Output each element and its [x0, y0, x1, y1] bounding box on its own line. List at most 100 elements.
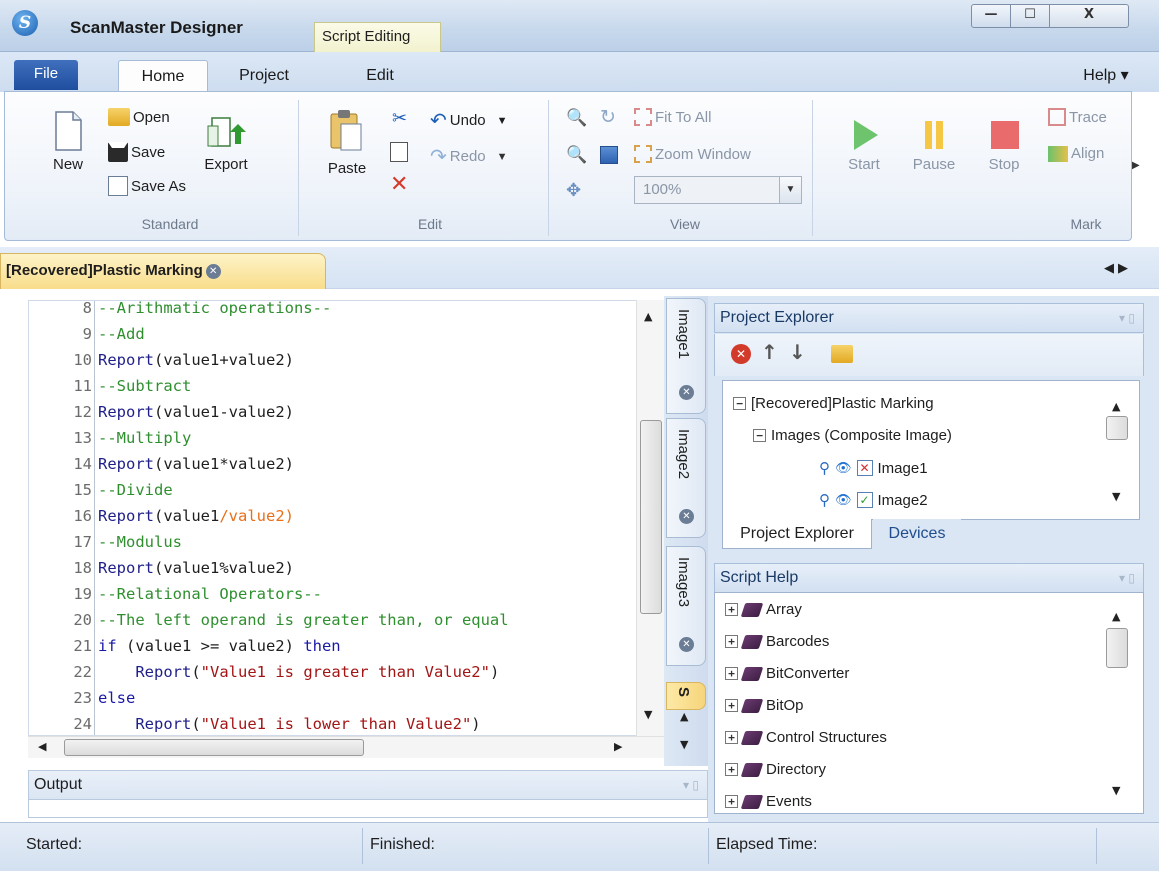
- pan-move-icon[interactable]: ✥: [566, 180, 581, 201]
- collapse-icon[interactable]: −: [733, 397, 746, 410]
- tab-image2[interactable]: Image2 ✕: [666, 418, 706, 538]
- context-tab-script-editing[interactable]: Script Editing: [314, 22, 441, 52]
- close-tab-icon[interactable]: ✕: [205, 264, 221, 279]
- open-folder-icon[interactable]: [831, 345, 853, 363]
- code-line[interactable]: 18 Report(value1%value2): [29, 555, 294, 581]
- paste-button[interactable]: Paste: [322, 108, 372, 177]
- code-line[interactable]: 8 --Arithmatic operations--: [29, 301, 331, 321]
- close-image2-icon[interactable]: ✕: [679, 509, 694, 524]
- code-line[interactable]: 17 --Modulus: [29, 529, 182, 555]
- redo-dropdown-icon[interactable]: ▼: [497, 151, 508, 163]
- delete-x-icon[interactable]: ✕: [390, 172, 408, 197]
- export-button[interactable]: Export: [196, 110, 256, 173]
- code-line[interactable]: 19 --Relational Operators--: [29, 581, 322, 607]
- trace-button[interactable]: Trace: [1048, 108, 1107, 126]
- cut-scissors-icon[interactable]: ✂: [392, 108, 407, 129]
- tab-image1[interactable]: Image1 ✕: [666, 298, 706, 414]
- code-line[interactable]: 11 --Subtract: [29, 373, 191, 399]
- zoom-window-button[interactable]: Zoom Window: [634, 145, 751, 163]
- help-scroll-thumb[interactable]: [1106, 628, 1128, 668]
- document-tab[interactable]: [Recovered]Plastic Marking ✕: [0, 253, 326, 289]
- maximize-button[interactable]: ☐: [1010, 4, 1050, 28]
- close-image3-icon[interactable]: ✕: [679, 637, 694, 652]
- editor-vertical-scrollbar[interactable]: ▲ ▼: [636, 300, 664, 736]
- tab-devices[interactable]: Devices: [873, 519, 961, 549]
- code-line[interactable]: 16 Report(value1/value2): [29, 503, 294, 529]
- undo-dropdown-icon[interactable]: ▼: [497, 115, 508, 127]
- help-item[interactable]: + Array: [725, 601, 802, 618]
- code-line[interactable]: 9 --Add: [29, 321, 145, 347]
- tab-project[interactable]: Project: [216, 60, 312, 92]
- refresh-icon[interactable]: ↻: [600, 106, 616, 128]
- code-line[interactable]: 23 else: [29, 685, 135, 711]
- open-button[interactable]: Open: [108, 108, 170, 126]
- expand-icon[interactable]: +: [725, 731, 738, 744]
- help-item[interactable]: + Events: [725, 793, 812, 810]
- expand-icon[interactable]: +: [725, 699, 738, 712]
- minimize-button[interactable]: —: [971, 4, 1011, 28]
- tabs-scroll-up-icon[interactable]: ▲: [680, 710, 688, 723]
- copy-icon[interactable]: [390, 142, 408, 162]
- save-as-button[interactable]: Save As: [108, 176, 186, 196]
- scroll-down-icon[interactable]: ▼: [644, 708, 652, 721]
- scroll-up-icon[interactable]: ▲: [644, 310, 652, 323]
- tab-project-explorer[interactable]: Project Explorer: [722, 519, 872, 549]
- pin-icon[interactable]: ▾ ▯: [1119, 564, 1135, 592]
- code-line[interactable]: 14 Report(value1*value2): [29, 451, 294, 477]
- code-line[interactable]: 24 Report("Value1 is lower than Value2"): [29, 711, 481, 735]
- code-line[interactable]: 12 Report(value1-value2): [29, 399, 294, 425]
- zoom-out-icon[interactable]: 🔍: [566, 145, 587, 165]
- start-button[interactable]: Start: [834, 118, 894, 173]
- help-scroll-up-icon[interactable]: ▲: [1112, 610, 1120, 623]
- code-line[interactable]: 10 Report(value1+value2): [29, 347, 294, 373]
- stop-button[interactable]: Stop: [976, 118, 1032, 173]
- tree-scroll-down-icon[interactable]: ▼: [1112, 490, 1120, 503]
- included-checkbox-icon[interactable]: ✓: [856, 492, 873, 508]
- save-button[interactable]: Save: [108, 142, 165, 162]
- document-tab-nav[interactable]: ◀▶: [1104, 261, 1132, 276]
- tab-edit[interactable]: Edit: [340, 60, 420, 92]
- tree-node[interactable]: − [Recovered]Plastic Marking: [733, 395, 934, 412]
- help-item[interactable]: + BitConverter: [725, 665, 849, 682]
- tab-home[interactable]: Home: [118, 60, 208, 92]
- new-button[interactable]: New: [46, 110, 90, 173]
- tree-node[interactable]: ⚲ 👁 ✕ Image1: [819, 459, 928, 478]
- move-up-icon[interactable]: ↑: [761, 340, 778, 364]
- zoom-dropdown-icon[interactable]: ▼: [779, 177, 801, 203]
- align-button[interactable]: Align: [1048, 145, 1104, 162]
- script-help-tree[interactable]: + Array + Barcodes + BitConverter + BitOp + Contr…: [714, 592, 1144, 814]
- fit-to-all-button[interactable]: Fit To All: [634, 108, 711, 126]
- scroll-right-icon[interactable]: ▶: [614, 740, 622, 753]
- zoom-in-icon[interactable]: 🔍: [566, 108, 587, 128]
- pause-button[interactable]: Pause: [904, 118, 964, 173]
- tab-image3[interactable]: Image3 ✕: [666, 546, 706, 666]
- script-editor[interactable]: 8 --Arithmatic operations-- 9 --Add 10 Report…: [28, 300, 664, 736]
- expand-icon[interactable]: +: [725, 603, 738, 616]
- grid-icon[interactable]: [600, 146, 618, 164]
- tab-script[interactable]: S: [666, 682, 706, 710]
- close-button[interactable]: X: [1049, 4, 1129, 28]
- move-down-icon[interactable]: ↓: [789, 340, 806, 364]
- tab-help[interactable]: Help ▾: [1068, 60, 1144, 92]
- expand-icon[interactable]: +: [725, 795, 738, 808]
- tree-scroll-up-icon[interactable]: ▲: [1112, 400, 1120, 413]
- visibility-eye-icon[interactable]: 👁: [835, 492, 852, 508]
- collapse-icon[interactable]: −: [753, 429, 766, 442]
- ribbon-scroll-right-icon[interactable]: ▶: [1132, 160, 1140, 171]
- code-line[interactable]: 20 --The left operand is greater than, or…: [29, 607, 509, 633]
- tree-node[interactable]: ⚲ 👁 ✓ Image2: [819, 491, 928, 510]
- help-item[interactable]: + Barcodes: [725, 633, 829, 650]
- tree-scroll-thumb[interactable]: [1106, 416, 1128, 440]
- scroll-thumb[interactable]: [640, 420, 662, 614]
- close-image1-icon[interactable]: ✕: [679, 385, 694, 400]
- tab-file[interactable]: File: [14, 60, 78, 90]
- expand-icon[interactable]: +: [725, 763, 738, 776]
- help-scroll-down-icon[interactable]: ▼: [1112, 784, 1120, 797]
- editor-horizontal-scrollbar[interactable]: ◀ ▶: [28, 736, 664, 758]
- visibility-eye-icon[interactable]: 👁: [835, 460, 852, 476]
- pin-icon[interactable]: ▾ ▯: [683, 771, 699, 799]
- code-line[interactable]: 13 --Multiply: [29, 425, 191, 451]
- redo-button[interactable]: ↷ Redo ▼: [430, 144, 508, 169]
- pin-icon[interactable]: ▾ ▯: [1119, 304, 1135, 332]
- expand-icon[interactable]: +: [725, 635, 738, 648]
